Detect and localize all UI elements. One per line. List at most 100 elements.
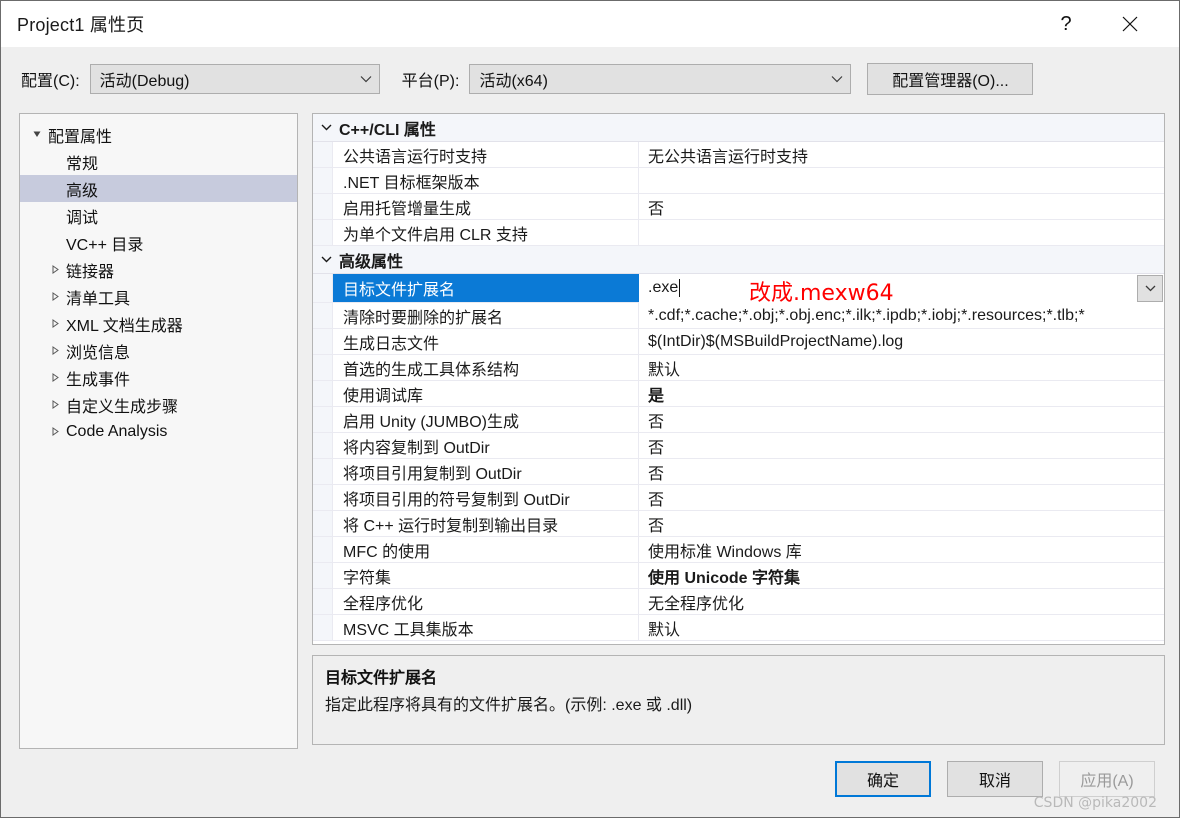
property-name: 将项目引用复制到 OutDir (333, 459, 639, 484)
target-extension-input[interactable]: .exe 改成.mexw64 (639, 274, 1137, 306)
cancel-button[interactable]: 取消 (947, 761, 1043, 797)
tree-item-10[interactable]: 自定义生成步骤 (20, 391, 297, 418)
property-name: MFC 的使用 (333, 537, 639, 562)
row-gutter (313, 511, 333, 536)
property-row[interactable]: 为单个文件启用 CLR 支持 (313, 220, 1164, 246)
row-gutter (313, 303, 333, 328)
property-value[interactable]: $(IntDir)$(MSBuildProjectName).log (639, 329, 1164, 354)
tree-item-4[interactable]: VC++ 目录 (20, 229, 297, 256)
row-gutter (313, 194, 333, 219)
property-value[interactable] (639, 220, 1164, 245)
chevron-down-icon[interactable] (313, 256, 339, 263)
property-value[interactable]: 使用标准 Windows 库 (639, 537, 1164, 562)
value-dropdown-button[interactable] (1137, 274, 1163, 302)
property-value[interactable]: 是 (639, 381, 1164, 406)
configuration-dropdown[interactable]: 活动(Debug) (89, 64, 380, 94)
configuration-manager-button[interactable]: 配置管理器(O)... (867, 63, 1034, 95)
property-value[interactable]: 无公共语言运行时支持 (639, 142, 1164, 167)
property-grid[interactable]: C++/CLI 属性公共语言运行时支持 无公共语言运行时支持 .NET 目标框架版本… (312, 113, 1165, 645)
property-value[interactable]: 无全程序优化 (639, 589, 1164, 614)
configuration-value: 活动(Debug) (99, 73, 190, 90)
tree-item-8[interactable]: 浏览信息 (20, 337, 297, 364)
tree-item-label: 生成事件 (66, 371, 131, 389)
property-row[interactable]: 公共语言运行时支持 无公共语言运行时支持 (313, 142, 1164, 168)
config-label: 配置(C): (21, 73, 80, 90)
triangle-down-icon[interactable] (28, 130, 46, 139)
property-row[interactable]: 将内容复制到 OutDir 否 (313, 433, 1164, 459)
property-row[interactable]: .NET 目标框架版本 (313, 168, 1164, 194)
tree-item-3[interactable]: 调试 (20, 202, 297, 229)
triangle-right-icon[interactable] (46, 373, 64, 382)
row-gutter (313, 563, 333, 588)
tree-item-label: Code Analysis (66, 422, 168, 440)
property-name: 将项目引用的符号复制到 OutDir (333, 485, 639, 510)
property-row[interactable]: 目标文件扩展名 .exe 改成.mexw64 (313, 273, 1164, 306)
property-name: 为单个文件启用 CLR 支持 (333, 220, 639, 245)
property-value[interactable]: 否 (639, 485, 1164, 510)
property-row[interactable]: 字符集 使用 Unicode 字符集 (313, 563, 1164, 589)
triangle-right-icon[interactable] (46, 265, 64, 274)
platform-value: 活动(x64) (479, 73, 548, 90)
close-icon[interactable] (1107, 1, 1153, 47)
platform-dropdown[interactable]: 活动(x64) (469, 64, 852, 94)
tree-item-11[interactable]: Code Analysis (20, 418, 297, 445)
property-value[interactable]: 否 (639, 407, 1164, 432)
property-name: 将内容复制到 OutDir (333, 433, 639, 458)
row-gutter (313, 142, 333, 167)
property-row[interactable]: 首选的生成工具体系结构 默认 (313, 355, 1164, 381)
property-row[interactable]: 生成日志文件 $(IntDir)$(MSBuildProjectName).log (313, 329, 1164, 355)
property-row[interactable]: MFC 的使用 使用标准 Windows 库 (313, 537, 1164, 563)
tree-item-0[interactable]: 配置属性 (20, 121, 297, 148)
row-gutter (313, 615, 333, 640)
property-value[interactable]: *.cdf;*.cache;*.obj;*.obj.enc;*.ilk;*.ip… (639, 303, 1164, 328)
property-group-header[interactable]: 高级属性 (313, 246, 1164, 274)
property-value[interactable]: 否 (639, 194, 1164, 219)
property-row[interactable]: 将项目引用复制到 OutDir 否 (313, 459, 1164, 485)
tree-item-5[interactable]: 链接器 (20, 256, 297, 283)
triangle-right-icon[interactable] (46, 319, 64, 328)
tree-item-1[interactable]: 常规 (20, 148, 297, 175)
tree-item-6[interactable]: 清单工具 (20, 283, 297, 310)
tree-item-9[interactable]: 生成事件 (20, 364, 297, 391)
row-gutter (313, 355, 333, 380)
triangle-right-icon[interactable] (46, 427, 64, 436)
property-row[interactable]: 清除时要删除的扩展名 *.cdf;*.cache;*.obj;*.obj.enc;… (313, 303, 1164, 329)
row-gutter (313, 433, 333, 458)
platform-label: 平台(P): (401, 73, 460, 90)
help-icon[interactable]: ? (1043, 1, 1089, 47)
tree-item-label: 浏览信息 (66, 344, 131, 362)
property-group-header[interactable]: C++/CLI 属性 (313, 114, 1164, 142)
row-gutter (313, 589, 333, 614)
property-row[interactable]: 启用 Unity (JUMBO)生成否 (313, 407, 1164, 433)
property-value[interactable]: 否 (639, 433, 1164, 458)
property-name: .NET 目标框架版本 (333, 168, 639, 193)
property-value[interactable]: 否 (639, 459, 1164, 484)
property-row[interactable]: 使用调试库是 (313, 381, 1164, 407)
description-pane: 目标文件扩展名 指定此程序将具有的文件扩展名。(示例: .exe 或 .dll) (312, 655, 1165, 745)
property-value-editor[interactable]: .exe 改成.mexw64 (639, 273, 1164, 306)
triangle-right-icon[interactable] (46, 346, 64, 355)
property-value[interactable]: 否 (639, 511, 1164, 536)
property-row[interactable]: 全程序优化 无全程序优化 (313, 589, 1164, 615)
chevron-down-icon[interactable] (313, 124, 339, 131)
property-row[interactable]: 将项目引用的符号复制到 OutDir 否 (313, 485, 1164, 511)
property-value[interactable] (639, 168, 1164, 193)
property-value[interactable]: 使用 Unicode 字符集 (639, 563, 1164, 588)
triangle-right-icon[interactable] (46, 400, 64, 409)
tree-item-label: 配置属性 (48, 128, 113, 146)
tree-item-2[interactable]: 高级 (20, 175, 297, 202)
property-row[interactable]: MSVC 工具集版本 默认 (313, 615, 1164, 641)
apply-button[interactable]: 应用(A) (1059, 761, 1155, 797)
tree-item-7[interactable]: XML 文档生成器 (20, 310, 297, 337)
tree-item-label: 常规 (66, 155, 99, 173)
property-row[interactable]: 将 C++ 运行时复制到输出目录否 (313, 511, 1164, 537)
property-value[interactable]: 默认 (639, 355, 1164, 380)
property-tree[interactable]: 配置属性常规高级 调试 VC++ 目录 链接器 清单工具 XML 文档生成器 浏览信息生成事… (19, 113, 298, 749)
property-row[interactable]: 启用托管增量生成否 (313, 194, 1164, 220)
property-group-label: C++/CLI 属性 (339, 121, 436, 139)
dialog-body: 配置属性常规高级 调试 VC++ 目录 链接器 清单工具 XML 文档生成器 浏览信息生成事… (19, 113, 1165, 749)
triangle-right-icon[interactable] (46, 292, 64, 301)
ok-button[interactable]: 确定 (835, 761, 931, 797)
property-value[interactable]: 默认 (639, 615, 1164, 640)
tree-item-label: XML 文档生成器 (66, 317, 183, 335)
